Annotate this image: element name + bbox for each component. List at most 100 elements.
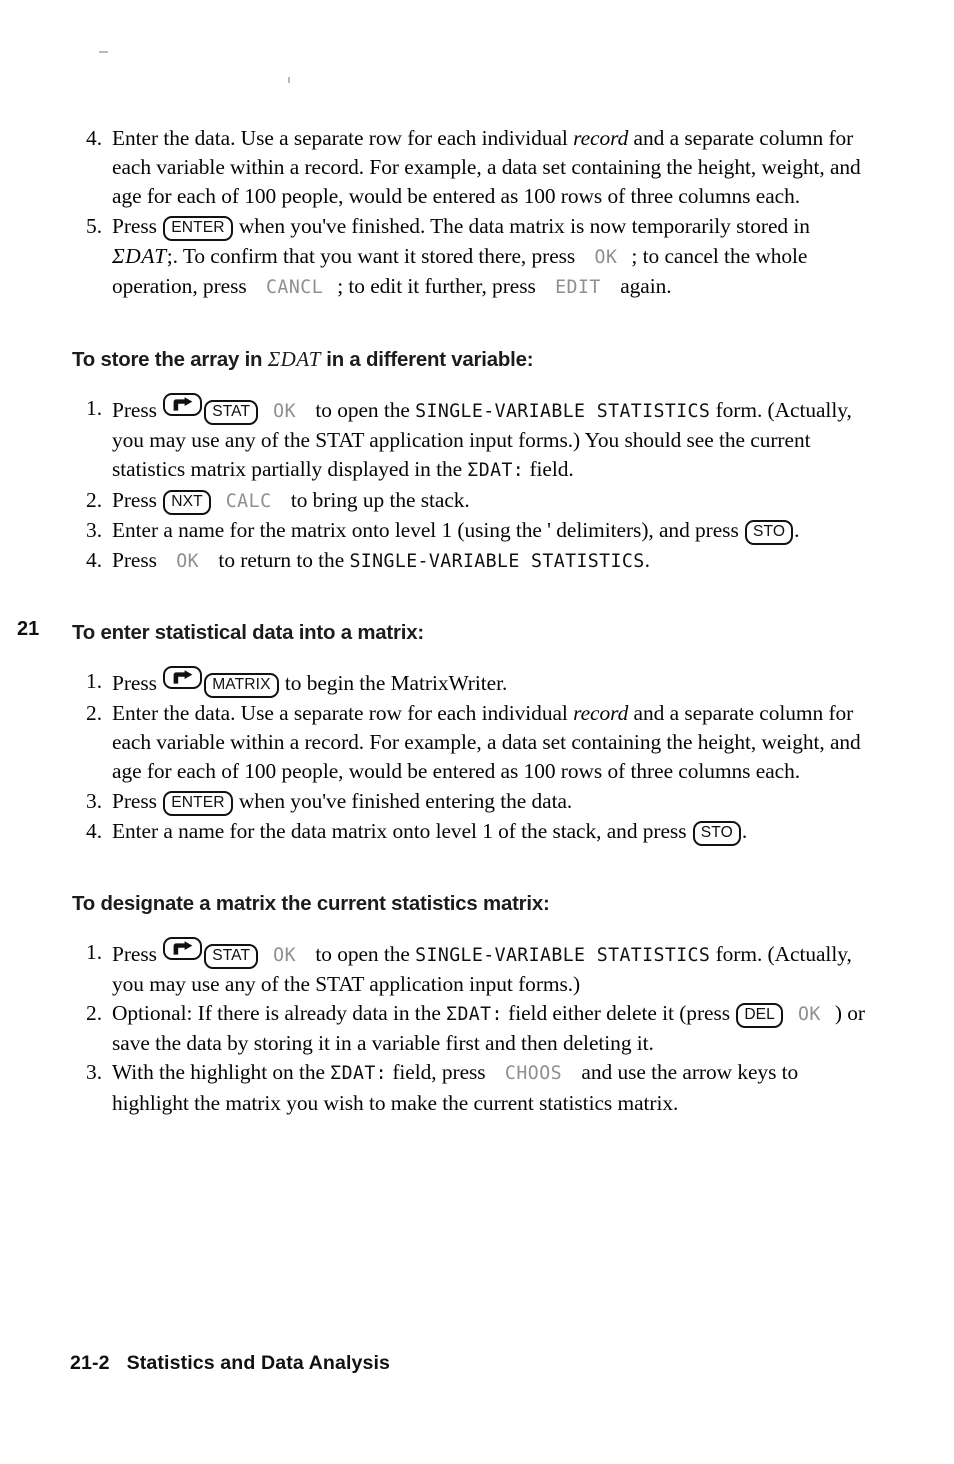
list-item: 1. Press MATRIX to begin the MatrixWriter… <box>72 666 872 699</box>
body-text: . <box>794 517 800 542</box>
step-body: With the highlight on the ΣDAT: field, p… <box>112 1058 872 1117</box>
step-body: Press OK to return to the SINGLE-VARIABL… <box>112 546 872 576</box>
body-text: to open the <box>310 941 416 966</box>
section-heading-store-array: To store the array in ΣDAT in a differen… <box>72 346 872 373</box>
step-body: Optional: If there is already data in th… <box>112 999 872 1058</box>
keycap-sto[interactable]: STO <box>745 519 794 545</box>
step-number: 1. <box>86 669 102 694</box>
body-text: to bring up the stack. <box>285 487 470 512</box>
body-text: to open the <box>310 398 416 423</box>
body-text: field, press <box>387 1060 491 1085</box>
step-number: 2. <box>86 1001 102 1026</box>
softkey-label-edit[interactable]: EDIT <box>542 273 614 302</box>
keycap-matrix[interactable]: MATRIX <box>204 673 279 699</box>
body-text: to begin the MatrixWriter. <box>279 671 508 696</box>
list-item: 2. Optional: If there is already data in … <box>72 999 872 1058</box>
softkey-label-calc[interactable]: CALC <box>213 487 285 516</box>
list-item: 3. Enter a name for the matrix onto level… <box>72 516 872 546</box>
body-text: Enter the data. Use a separate row for e… <box>112 126 574 150</box>
step-list-continued-steps: 4. Enter the data. Use a separate row for… <box>72 124 872 302</box>
keycap-stat[interactable]: STAT <box>204 400 259 426</box>
calculator-display-text: ΣDAT: <box>467 460 525 482</box>
step-list-designate-matrix: 1. Press STAT OK to open the SINGLE-VARIAB… <box>72 936 872 1118</box>
right-shift-key[interactable] <box>163 393 203 417</box>
keycap-enter[interactable]: ENTER <box>163 215 233 241</box>
step-number: 3. <box>86 788 102 813</box>
step-number: 4. <box>86 818 102 843</box>
body-text: field. <box>524 457 574 482</box>
scan-artifact <box>99 51 108 53</box>
right-turn-arrow-icon <box>173 670 193 684</box>
softkey-label-ok[interactable]: OK <box>582 243 631 272</box>
body-text: Press <box>112 487 163 512</box>
step-number: 4. <box>86 547 102 572</box>
body-text: Press <box>112 941 163 966</box>
step-number: 3. <box>86 1060 102 1085</box>
softkey-label-ok[interactable]: OK <box>785 1000 834 1029</box>
body-text: . <box>741 818 748 843</box>
list-item: 1. Press STAT OK to open the SINGLE-VARIAB… <box>72 393 872 486</box>
body-text: . <box>644 547 650 572</box>
keycap-sto[interactable]: STO <box>692 820 741 846</box>
step-number: 4. <box>86 126 102 150</box>
right-turn-arrow-icon <box>173 940 193 955</box>
step-number: 5. <box>86 213 102 238</box>
softkey-label-ok[interactable]: OK <box>260 397 309 426</box>
step-number: 3. <box>86 517 102 542</box>
footer-page-number: 21-2 <box>70 1352 110 1374</box>
step-list-store-array: 1. Press STAT OK to open the SINGLE-VARIAB… <box>72 393 872 576</box>
body-text: Press <box>112 788 163 813</box>
step-number: 2. <box>86 701 102 726</box>
emphasis-text: record <box>573 126 629 150</box>
body-text: again. <box>614 273 672 298</box>
softkey-label-ok[interactable]: OK <box>260 941 309 970</box>
body-text: Press <box>112 547 163 572</box>
step-list-enter-statistical-data: 1. Press MATRIX to begin the MatrixWriter… <box>72 666 872 847</box>
softkey-label-cancl[interactable]: CANCL <box>253 273 336 302</box>
list-item: 2. Enter the data. Use a separate row for… <box>72 699 872 787</box>
keycap-stat[interactable]: STAT <box>204 943 259 969</box>
list-item: 4. Enter a name for the data matrix onto … <box>72 817 872 847</box>
list-item: 5. Press ENTER when you've finished. The … <box>72 212 872 302</box>
step-body: Press ENTER when you've finished. The da… <box>112 212 872 302</box>
softkey-label-choos[interactable]: CHOOS <box>492 1059 575 1088</box>
body-text: Optional: If there is already data in th… <box>112 1001 447 1026</box>
page-footer: 21-2 Statistics and Data Analysis <box>70 1352 390 1375</box>
step-body: Press MATRIX to begin the MatrixWriter. <box>112 666 872 699</box>
list-item: 3. Press ENTER when you've finished enter… <box>72 787 872 817</box>
keycap-nxt[interactable]: NXT <box>163 489 211 515</box>
body-text: Press <box>112 671 163 696</box>
body-text: With the highlight on the <box>112 1060 331 1085</box>
scan-artifact <box>288 77 290 83</box>
right-shift-key[interactable] <box>163 666 203 690</box>
keycap-enter[interactable]: ENTER <box>163 790 233 816</box>
body-text: when you've finished. The data matrix is… <box>233 213 810 238</box>
step-number: 1. <box>86 396 102 421</box>
step-body: Enter a name for the matrix onto level 1… <box>112 516 872 546</box>
body-text: ; to edit it further, press <box>337 273 542 298</box>
keycap-del[interactable]: DEL <box>736 1003 783 1029</box>
sigma-dat-variable: ΣDAT <box>112 243 167 268</box>
body-text: Press <box>112 213 163 238</box>
list-item: 4. Press OK to return to the SINGLE-VARIA… <box>72 546 872 576</box>
body-text: ;. To confirm that you want it stored th… <box>166 243 581 268</box>
softkey-label-ok[interactable]: OK <box>163 547 212 576</box>
body-text: Enter a name for the matrix onto level 1… <box>112 517 745 542</box>
right-turn-arrow-icon <box>173 397 193 411</box>
footer-title: Statistics and Data Analysis <box>126 1352 391 1374</box>
heading-text-tail: in a different variable: <box>320 349 534 372</box>
body-text: Enter a name for the data matrix onto le… <box>112 818 692 843</box>
list-item: 4. Enter the data. Use a separate row for… <box>72 124 872 212</box>
chapter-tab-marker: 21 <box>17 618 40 640</box>
body-text: to return to the <box>213 547 350 572</box>
step-body: Enter a name for the data matrix onto le… <box>112 817 872 847</box>
manual-page: 21 4. Enter the data. Use a separate row … <box>0 0 954 1464</box>
right-shift-key[interactable] <box>163 936 203 960</box>
heading-text: To enter statistical data into a matrix: <box>72 622 424 645</box>
step-body: Enter the data. Use a separate row for e… <box>112 124 872 212</box>
